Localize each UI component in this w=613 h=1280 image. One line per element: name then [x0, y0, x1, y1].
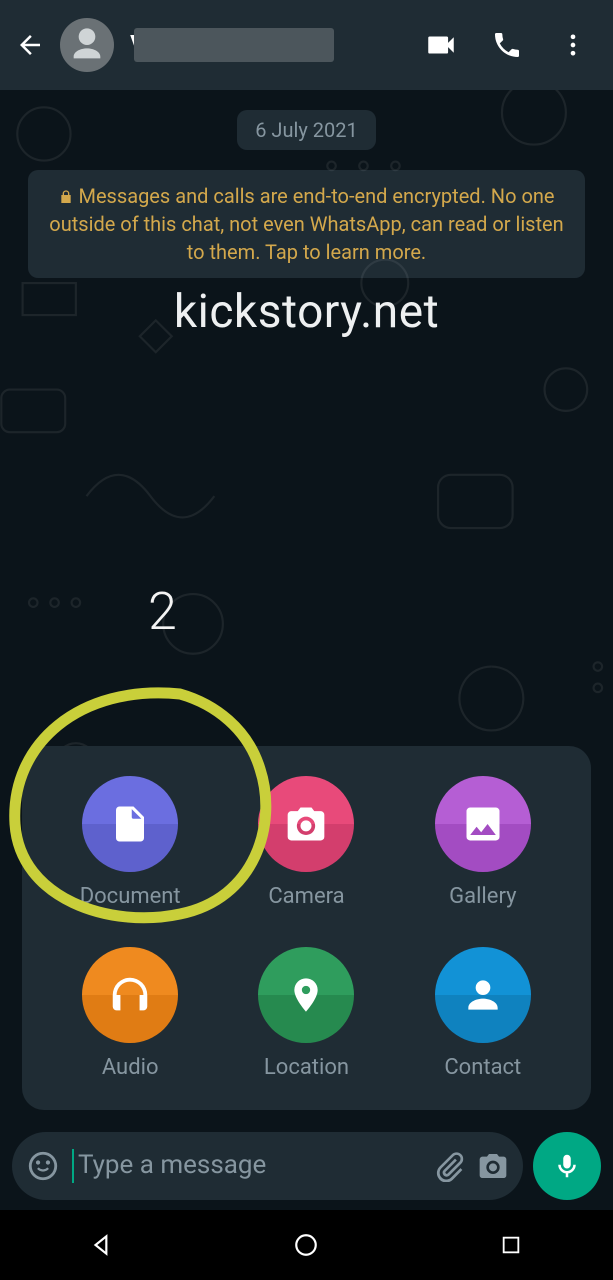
- annotation-step-number: 2: [148, 581, 177, 642]
- location-circle: [258, 947, 354, 1043]
- watermark-text: kickstory.net: [0, 285, 613, 339]
- date-separator: 6 July 2021: [237, 110, 376, 150]
- document-icon: [109, 803, 151, 845]
- nav-recent[interactable]: [481, 1225, 541, 1265]
- attach-label: Location: [264, 1055, 349, 1080]
- attach-location[interactable]: Location: [218, 947, 394, 1080]
- video-icon: [424, 28, 458, 62]
- document-circle: [82, 776, 178, 872]
- voice-call-button[interactable]: [487, 25, 527, 65]
- camera-small-icon: [477, 1150, 509, 1182]
- back-button[interactable]: [10, 20, 50, 70]
- paperclip-icon: [433, 1150, 465, 1182]
- headphones-icon: [107, 972, 153, 1018]
- attach-button[interactable]: [433, 1150, 465, 1182]
- attach-label: Gallery: [449, 884, 516, 909]
- more-vertical-icon: [559, 31, 587, 59]
- encryption-notice[interactable]: Messages and calls are end-to-end encryp…: [28, 170, 585, 278]
- gallery-icon: [461, 802, 505, 846]
- whatsapp-chat-screen: V: [0, 0, 613, 1280]
- emoji-button[interactable]: [26, 1149, 60, 1183]
- audio-circle: [82, 947, 178, 1043]
- attach-camera[interactable]: Camera: [218, 776, 394, 909]
- person-icon: [67, 25, 107, 65]
- header-actions: [421, 25, 607, 65]
- composer-row: Type a message: [0, 1122, 613, 1210]
- attach-gallery[interactable]: Gallery: [395, 776, 571, 909]
- camera-circle: [258, 776, 354, 872]
- nav-home[interactable]: [276, 1225, 336, 1265]
- contact-name[interactable]: V: [124, 18, 411, 72]
- video-call-button[interactable]: [421, 25, 461, 65]
- camera-icon: [284, 802, 328, 846]
- mic-button[interactable]: [533, 1132, 601, 1200]
- chat-area[interactable]: 6 July 2021 Messages and calls are end-t…: [0, 90, 613, 1122]
- triangle-back-icon: [89, 1232, 115, 1258]
- message-input-box[interactable]: Type a message: [12, 1132, 523, 1200]
- message-input[interactable]: Type a message: [72, 1149, 421, 1183]
- placeholder-text: Type a message: [78, 1150, 266, 1180]
- attach-audio[interactable]: Audio: [42, 947, 218, 1080]
- arrow-left-icon: [15, 30, 45, 60]
- attach-label: Audio: [102, 1055, 159, 1080]
- attach-document[interactable]: Document: [42, 776, 218, 909]
- attach-label: Contact: [444, 1055, 521, 1080]
- contact-name-redaction: [134, 28, 334, 62]
- mic-icon: [552, 1151, 582, 1181]
- person-icon: [461, 973, 505, 1017]
- square-recent-icon: [500, 1234, 522, 1256]
- attach-label: Camera: [268, 884, 344, 909]
- encryption-text: Messages and calls are end-to-end encryp…: [49, 184, 563, 264]
- lock-icon: [58, 189, 74, 205]
- more-options-button[interactable]: [553, 25, 593, 65]
- camera-button[interactable]: [477, 1150, 509, 1182]
- circle-home-icon: [293, 1232, 319, 1258]
- phone-icon: [491, 29, 523, 61]
- attachment-panel: Document Camera Gallery Audio: [22, 746, 591, 1110]
- android-navbar: [0, 1210, 613, 1280]
- gallery-circle: [435, 776, 531, 872]
- date-text: 6 July 2021: [255, 118, 358, 142]
- contact-circle: [435, 947, 531, 1043]
- attach-contact[interactable]: Contact: [395, 947, 571, 1080]
- nav-back[interactable]: [72, 1225, 132, 1265]
- attach-label: Document: [80, 884, 181, 909]
- chat-header: V: [0, 0, 613, 90]
- contact-avatar[interactable]: [60, 18, 114, 72]
- emoji-icon: [26, 1149, 60, 1183]
- text-caret: [72, 1149, 74, 1183]
- location-pin-icon: [286, 975, 326, 1015]
